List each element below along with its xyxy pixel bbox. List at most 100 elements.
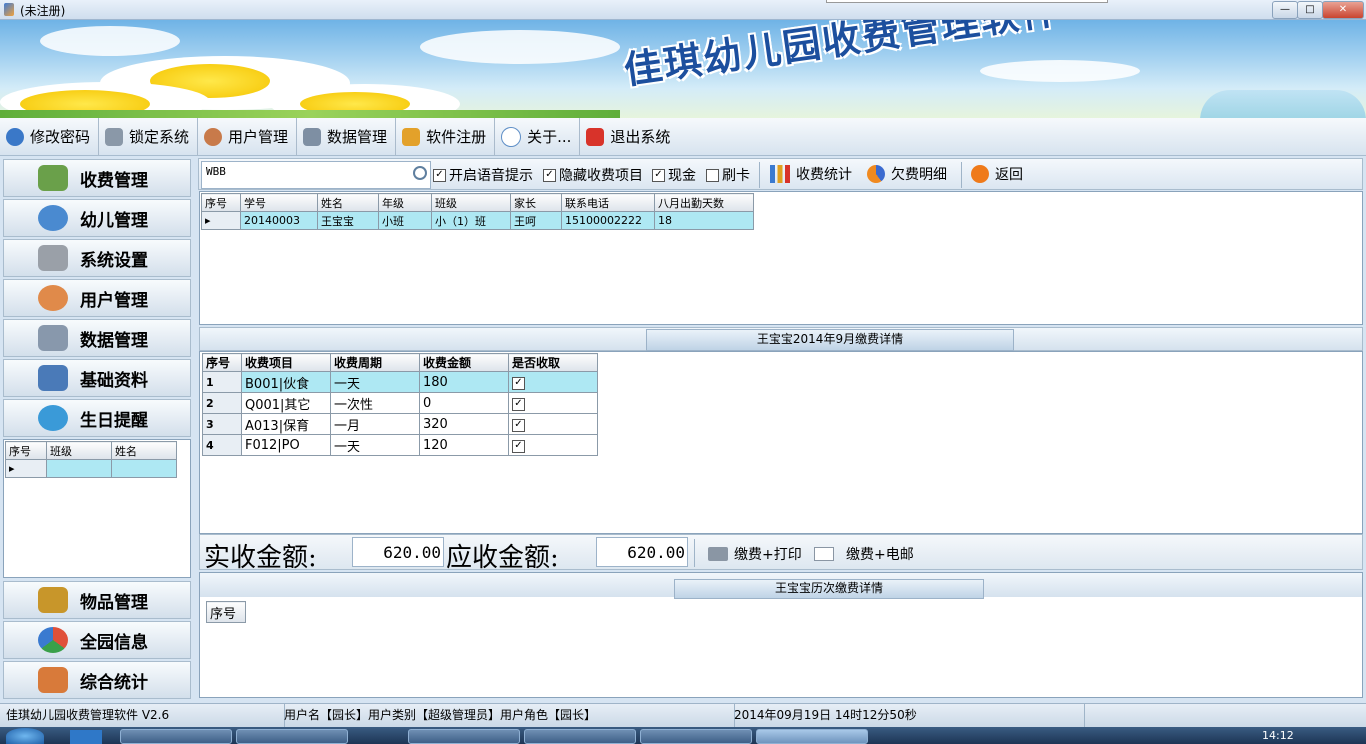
- start-button[interactable]: [6, 728, 44, 744]
- actual-amount-label: 实收金额:: [204, 543, 317, 573]
- col-header: 八月出勤天数: [654, 193, 754, 212]
- taskbar-clock: 14:12: [1262, 729, 1294, 742]
- users-icon: [204, 127, 223, 146]
- fee-detail-panel: 序号 收费项目 收费周期 收费金额 是否收取 1 B001|伙食 一天 180 …: [199, 351, 1363, 534]
- col-header: 序号: [202, 353, 242, 372]
- card-checkbox[interactable]: 刷卡: [706, 165, 750, 185]
- fee-toolbar: ✓开启语音提示 ✓隐藏收费项目 ✓现金 刷卡 收费统计 欠费明细 返回: [198, 158, 1363, 190]
- fee-grid: 序号 收费项目 收费周期 收费金额 是否收取 1 B001|伙食 一天 180 …: [202, 353, 598, 456]
- col-header: 联系电话: [561, 193, 655, 212]
- back-arrow-icon: [971, 165, 989, 183]
- app-icon: [4, 3, 14, 16]
- nav-statistics[interactable]: 综合统计: [3, 661, 191, 699]
- col-header: 年级: [378, 193, 432, 212]
- search-icon[interactable]: [413, 166, 427, 180]
- pie-chart-icon: [867, 165, 885, 183]
- taskbar-item[interactable]: [640, 729, 752, 744]
- close-button[interactable]: ✕: [1322, 1, 1364, 19]
- chart-icon: [38, 667, 68, 693]
- lock-icon: [105, 127, 124, 146]
- col-header: 收费项目: [241, 353, 331, 372]
- status-empty: [1078, 704, 1366, 728]
- collect-checkbox[interactable]: ✓: [508, 371, 598, 393]
- banner: 佳琪幼儿园收费管理软件: [0, 20, 1366, 118]
- col-header: 收费周期: [330, 353, 420, 372]
- birthday-header-no: 序号: [5, 441, 47, 460]
- col-header: 学号: [240, 193, 318, 212]
- bar-chart-icon: [770, 165, 790, 183]
- title-bar-field: [826, 0, 1108, 3]
- birthday-panel: 序号 班级 姓名 ▸: [3, 439, 191, 578]
- fee-detail-header: 王宝宝2014年9月缴费详情: [199, 327, 1363, 351]
- nav-goods-management[interactable]: 物品管理: [3, 581, 191, 619]
- nav-school-info[interactable]: 全园信息: [3, 621, 191, 659]
- cash-checkbox[interactable]: ✓ 现金: [652, 165, 696, 185]
- hide-items-checkbox[interactable]: ✓ 隐藏收费项目: [543, 165, 643, 185]
- taskbar-item[interactable]: [120, 729, 232, 744]
- nav-system-settings[interactable]: 系统设置: [3, 239, 191, 277]
- table-row[interactable]: 1 B001|伙食 一天 180 ✓: [202, 371, 598, 393]
- menu-about[interactable]: 关于...: [495, 117, 581, 156]
- nav-birthday-reminder[interactable]: 生日提醒: [3, 399, 191, 437]
- taskbar: 14:12: [0, 727, 1366, 744]
- col-header: 姓名: [317, 193, 379, 212]
- nav-data-management[interactable]: 数据管理: [3, 319, 191, 357]
- quicklaunch-icon[interactable]: [70, 730, 102, 744]
- separator: [694, 539, 695, 567]
- history-panel: 王宝宝历次缴费详情 序号: [199, 572, 1363, 698]
- status-datetime: 2014年09月19日 14时12分50秒: [728, 704, 1085, 728]
- taskbar-item[interactable]: [524, 729, 636, 744]
- pay-email-button[interactable]: 缴费+电邮: [814, 544, 914, 564]
- banner-title: 佳琪幼儿园收费管理软件: [621, 20, 1064, 93]
- totals-bar: 实收金额: 应收金额: 缴费+打印 缴费+电邮: [199, 534, 1363, 573]
- checkbox-box: ✓: [652, 168, 665, 182]
- nav-user-management[interactable]: 用户管理: [3, 279, 191, 317]
- window-title: (未注册): [20, 4, 66, 18]
- menu-user-management[interactable]: 用户管理: [198, 117, 298, 156]
- nav-fee-management[interactable]: 收费管理: [3, 159, 191, 197]
- taskbar-item[interactable]: [408, 729, 520, 744]
- taskbar-item-active[interactable]: [756, 729, 868, 744]
- history-grid: 序号: [206, 601, 246, 623]
- database-icon: [38, 325, 68, 351]
- nav-basic-info[interactable]: 基础资料: [3, 359, 191, 397]
- menu-change-password[interactable]: 修改密码: [0, 117, 100, 156]
- arrears-detail-button[interactable]: 欠费明细: [867, 164, 947, 184]
- database-icon: [303, 127, 322, 146]
- back-button[interactable]: 返回: [971, 164, 1023, 184]
- birthday-row[interactable]: ▸: [5, 459, 177, 478]
- house-icon: [402, 127, 421, 146]
- birthday-header-class: 班级: [46, 441, 112, 460]
- help-icon: [501, 126, 522, 147]
- table-row[interactable]: 2 Q001|其它 一次性 0 ✓: [202, 392, 598, 414]
- voice-prompt-checkbox[interactable]: ✓ 开启语音提示: [433, 165, 533, 185]
- minimize-button[interactable]: —: [1272, 1, 1298, 19]
- menu-lock-system[interactable]: 锁定系统: [99, 117, 199, 156]
- col-header: 是否收取: [508, 353, 598, 372]
- table-row[interactable]: 3 A013|保育 一月 320 ✓: [202, 413, 598, 435]
- table-row[interactable]: 4 F012|PO 一天 120 ✓: [202, 434, 598, 456]
- col-header: 序号: [201, 193, 241, 212]
- taskbar-item[interactable]: [236, 729, 348, 744]
- nav-child-management[interactable]: 幼儿管理: [3, 199, 191, 237]
- envelope-icon: [814, 547, 834, 561]
- menu-data-management[interactable]: 数据管理: [297, 117, 397, 156]
- exit-icon: [586, 127, 605, 146]
- menu-exit-system[interactable]: 退出系统: [580, 118, 678, 156]
- pay-print-button[interactable]: 缴费+打印: [708, 544, 802, 564]
- col-header: 收费金额: [419, 353, 509, 372]
- menu-software-register[interactable]: 软件注册: [396, 117, 496, 156]
- col-header: 序号: [206, 601, 246, 623]
- fee-stats-button[interactable]: 收费统计: [770, 164, 852, 184]
- checkbox-box: ✓: [543, 168, 556, 182]
- search-input[interactable]: [204, 164, 408, 179]
- student-panel: 序号 学号 姓名 年级 班级 家长 联系电话 八月出勤天数 ▸ 20140003…: [199, 191, 1363, 325]
- collect-checkbox[interactable]: ✓: [508, 392, 598, 414]
- maximize-button[interactable]: □: [1297, 1, 1323, 19]
- collect-checkbox[interactable]: ✓: [508, 413, 598, 435]
- collect-checkbox[interactable]: ✓: [508, 434, 598, 456]
- table-row[interactable]: ▸ 20140003 王宝宝 小班 小（1）班 王呵 15100002222 1…: [201, 211, 754, 230]
- due-amount-input[interactable]: [596, 537, 688, 567]
- pie-icon: [38, 627, 68, 653]
- actual-amount-input[interactable]: [352, 537, 444, 567]
